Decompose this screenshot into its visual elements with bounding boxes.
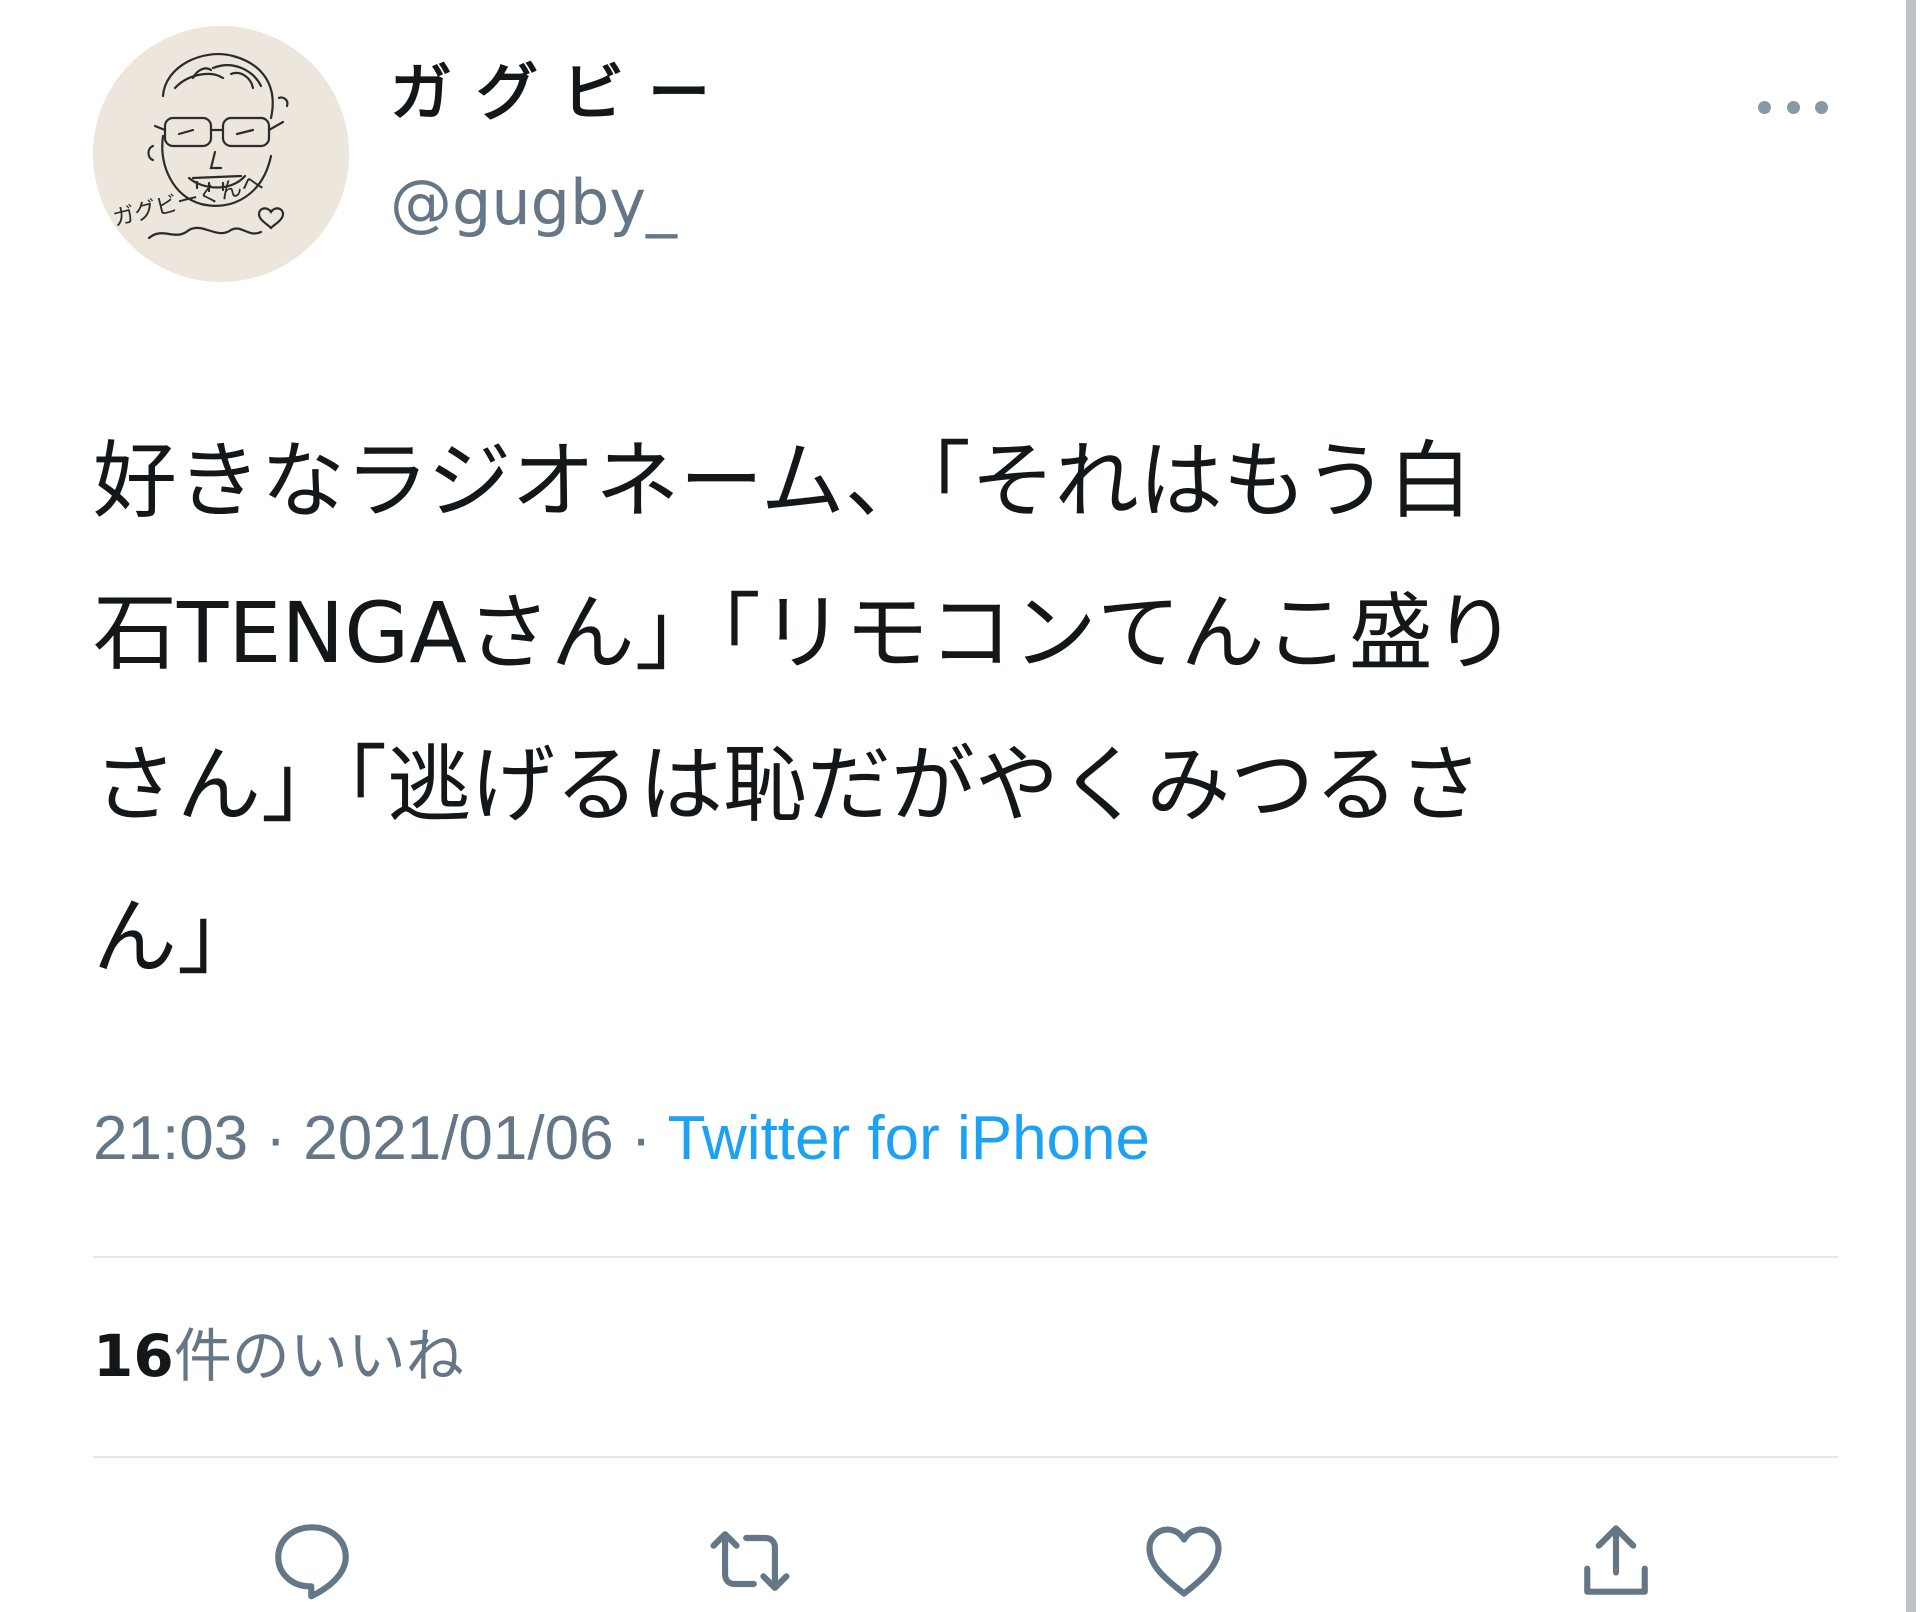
avatar[interactable]: ガグビーくんへ	[93, 26, 349, 282]
more-horizontal-icon	[1758, 100, 1771, 114]
tweet-metadata: 21:03 · 2021/01/06 · Twitter for iPhone	[93, 1108, 1150, 1170]
retweet-button[interactable]	[700, 1515, 800, 1612]
heart-icon	[1146, 1526, 1222, 1597]
like-button[interactable]	[1134, 1515, 1234, 1612]
meta-separator: ·	[248, 1104, 304, 1173]
screenshot-edge	[1906, 0, 1916, 1612]
share-button[interactable]	[1566, 1515, 1666, 1612]
more-horizontal-icon	[1786, 100, 1800, 114]
display-name[interactable]: ガグビー	[390, 62, 734, 124]
reply-icon	[275, 1524, 349, 1600]
tweet-text: 好きなラジオネーム、「それはもう白 石TENGAさん」「リモコンてんこ盛り さん…	[93, 432, 1517, 986]
tweet-time[interactable]: 21:03	[93, 1104, 248, 1173]
user-handle[interactable]: @gugby_	[390, 172, 677, 234]
more-options-button[interactable]	[1758, 90, 1828, 124]
likes-summary[interactable]: 16件のいいね	[93, 1327, 464, 1385]
avatar-drawing: ガグビーくんへ	[93, 26, 349, 282]
divider	[93, 1256, 1838, 1258]
meta-separator: ·	[613, 1104, 668, 1173]
likes-label: 件のいいね	[173, 1322, 464, 1390]
more-horizontal-icon	[1815, 100, 1828, 114]
divider	[93, 1456, 1838, 1458]
reply-button[interactable]	[262, 1515, 362, 1612]
tweet-source-link[interactable]: Twitter for iPhone	[668, 1104, 1150, 1173]
share-icon	[1584, 1525, 1648, 1595]
tweet-date[interactable]: 2021/01/06	[303, 1104, 613, 1173]
retweet-icon	[710, 1531, 790, 1591]
likes-count: 16	[93, 1322, 174, 1390]
